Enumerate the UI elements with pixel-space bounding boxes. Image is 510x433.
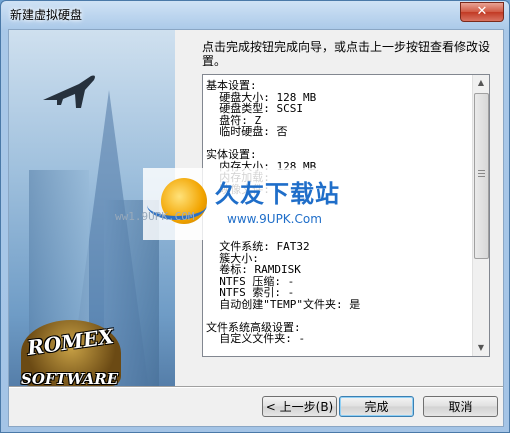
window-title: 新建虚拟硬盘 bbox=[10, 8, 83, 22]
back-button[interactable]: < 上一步(B) bbox=[262, 396, 337, 417]
summary-line: 硬盘类型: SCSI bbox=[206, 102, 303, 115]
scrollbar-thumb[interactable] bbox=[474, 93, 489, 259]
title-bar[interactable]: 新建虚拟硬盘 ✕ bbox=[1, 1, 509, 29]
summary-line: 自定义文件夹: - bbox=[206, 332, 306, 345]
summary-line bbox=[206, 310, 466, 322]
grip-icon bbox=[478, 170, 485, 179]
summary-line: 卷标: RAMDISK bbox=[206, 263, 301, 276]
scroll-up-arrow-icon[interactable]: ▲ bbox=[473, 75, 489, 91]
summary-line: NTFS 索引: - bbox=[206, 286, 295, 299]
instruction-text: 点击完成按钮完成向导，或点击上一步按钮查看修改设置。 bbox=[202, 40, 491, 68]
summary-line: 基本设置: bbox=[206, 79, 257, 92]
watermark-title: 久友下载站 bbox=[215, 180, 340, 208]
watermark-url: www.9UPK.Com bbox=[227, 212, 322, 226]
summary-line: 文件系统: FAT32 bbox=[206, 240, 310, 253]
cancel-button[interactable]: 取消 bbox=[423, 396, 498, 417]
vertical-scrollbar[interactable]: ▲ ▼ bbox=[472, 75, 489, 356]
logo-text-software: SOFTWARE bbox=[21, 370, 119, 386]
watermark-overlay: 久友下载站 www.9UPK.Com ww1.9UPK.COM bbox=[115, 168, 379, 240]
scroll-down-arrow-icon[interactable]: ▼ bbox=[473, 340, 489, 356]
watermark-side-url: ww1.9UPK.COM bbox=[115, 210, 195, 223]
close-icon: ✕ bbox=[476, 4, 488, 19]
button-area-divider bbox=[9, 386, 503, 388]
close-button[interactable]: ✕ bbox=[460, 2, 504, 22]
summary-line: 临时硬盘: 否 bbox=[206, 125, 288, 138]
airplane-icon bbox=[43, 75, 95, 108]
finish-button[interactable]: 完成 bbox=[339, 396, 414, 417]
summary-line: 自动创建"TEMP"文件夹: 是 bbox=[206, 297, 361, 311]
summary-line: 实体设置: bbox=[206, 148, 257, 161]
